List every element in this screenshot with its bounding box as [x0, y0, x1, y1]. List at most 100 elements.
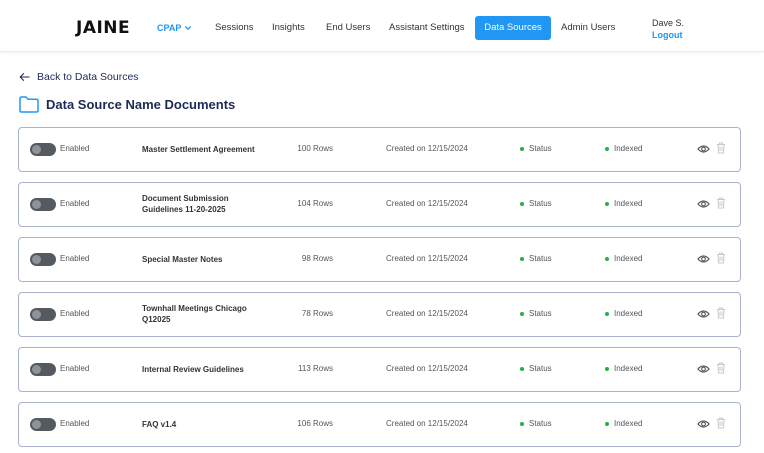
eye-icon[interactable]: [697, 363, 710, 375]
enabled-toggle[interactable]: [30, 363, 56, 376]
status-indicator: Status: [520, 199, 552, 208]
indexed-indicator: Indexed: [605, 309, 642, 318]
indexed-indicator: Indexed: [605, 199, 642, 208]
nav-sessions[interactable]: Sessions: [215, 16, 254, 40]
enabled-toggle[interactable]: [30, 198, 56, 211]
indexed-indicator: Indexed: [605, 419, 642, 428]
toggle-knob: [32, 310, 41, 319]
jaine-logo[interactable]: JAINE: [76, 18, 131, 38]
nav-insights[interactable]: Insights: [272, 16, 305, 40]
status-label: Status: [529, 144, 552, 153]
nav-end-users[interactable]: End Users: [326, 16, 370, 40]
created-date: Created on 12/15/2024: [386, 144, 468, 153]
nav-assistant-settings[interactable]: Assistant Settings: [389, 16, 465, 40]
toggle-knob: [32, 200, 41, 209]
back-link[interactable]: Back to Data Sources: [19, 71, 139, 83]
enabled-toggle[interactable]: [30, 143, 56, 156]
row-count: 100 Rows: [297, 144, 333, 153]
indexed-label: Indexed: [614, 254, 643, 263]
status-dot: [520, 311, 524, 316]
trash-icon[interactable]: [716, 362, 726, 374]
eye-icon[interactable]: [697, 198, 710, 210]
row-count: 113 Rows: [298, 364, 333, 373]
indexed-indicator: Indexed: [605, 364, 642, 373]
row-count: 78 Rows: [301, 309, 333, 318]
folder-icon: [19, 96, 39, 113]
eye-icon[interactable]: [697, 418, 710, 430]
document-row: Enabled Document Submission Guidelines 1…: [18, 182, 741, 227]
created-date: Created on 12/15/2024: [386, 254, 468, 263]
indexed-indicator: Indexed: [605, 144, 642, 153]
document-row: Enabled Internal Review Guidelines 113 R…: [18, 347, 741, 392]
created-date: Created on 12/15/2024: [386, 309, 468, 318]
user-block: Dave S. Logout: [652, 17, 684, 41]
nav-admin-users[interactable]: Admin Users: [561, 16, 615, 40]
indexed-dot: [605, 201, 609, 206]
document-row: Enabled Townhall Meetings Chicago Q12025…: [18, 292, 741, 337]
indexed-label: Indexed: [614, 309, 643, 318]
status-dot: [520, 421, 524, 426]
document-name: FAQ v1.4: [142, 419, 177, 429]
top-header: JAINE CPAP Sessions Insights End Users A…: [0, 0, 764, 52]
status-label: Status: [529, 309, 552, 318]
indexed-dot: [605, 311, 609, 316]
toggle-knob: [32, 420, 41, 429]
document-name: Special Master Notes: [142, 254, 223, 264]
eye-icon[interactable]: [697, 143, 710, 155]
enabled-label: Enabled: [60, 309, 90, 318]
status-indicator: Status: [520, 254, 552, 263]
enabled-label: Enabled: [60, 144, 90, 153]
indexed-label: Indexed: [614, 364, 643, 373]
trash-icon[interactable]: [716, 307, 726, 319]
logout-link[interactable]: Logout: [652, 29, 684, 41]
indexed-label: Indexed: [614, 144, 643, 153]
document-name: Townhall Meetings Chicago Q12025: [142, 304, 247, 324]
program-label: CPAP: [157, 23, 182, 33]
indexed-dot: [605, 421, 609, 426]
enabled-label: Enabled: [60, 199, 90, 208]
status-label: Status: [529, 254, 552, 263]
user-name: Dave S.: [652, 18, 685, 28]
status-indicator: Status: [520, 419, 552, 428]
enabled-toggle[interactable]: [30, 308, 56, 321]
enabled-label: Enabled: [60, 364, 90, 373]
status-dot: [520, 201, 524, 206]
eye-icon[interactable]: [697, 253, 710, 265]
trash-icon[interactable]: [716, 252, 726, 264]
toggle-knob: [32, 255, 41, 264]
back-link-label: Back to Data Sources: [37, 71, 139, 83]
status-dot: [520, 366, 524, 371]
enabled-label: Enabled: [60, 254, 90, 263]
enabled-label: Enabled: [60, 419, 90, 428]
document-name: Document Submission Guidelines 11-20-202…: [142, 194, 229, 214]
document-row: Enabled Special Master Notes 98 Rows Cre…: [18, 237, 741, 282]
created-date: Created on 12/15/2024: [386, 199, 468, 208]
indexed-dot: [605, 366, 609, 371]
program-dropdown[interactable]: CPAP: [157, 16, 192, 40]
row-count: 98 Rows: [301, 254, 333, 263]
document-row: Enabled FAQ v1.4 106 Rows Created on 12/…: [18, 402, 741, 447]
page-heading: Data Source Name Documents: [19, 96, 235, 113]
indexed-indicator: Indexed: [605, 254, 642, 263]
indexed-dot: [605, 146, 609, 151]
trash-icon[interactable]: [716, 142, 726, 154]
trash-icon[interactable]: [716, 197, 726, 209]
toggle-knob: [32, 145, 41, 154]
arrow-left-icon: [19, 73, 30, 81]
nav-data-sources[interactable]: Data Sources: [475, 16, 551, 40]
page-title: Data Source Name Documents: [46, 97, 236, 112]
indexed-label: Indexed: [614, 419, 643, 428]
status-indicator: Status: [520, 144, 552, 153]
document-name: Internal Review Guidelines: [142, 364, 244, 374]
document-name: Master Settlement Agreement: [142, 144, 255, 154]
status-indicator: Status: [520, 364, 552, 373]
status-label: Status: [529, 364, 552, 373]
trash-icon[interactable]: [716, 417, 726, 429]
enabled-toggle[interactable]: [30, 418, 56, 431]
enabled-toggle[interactable]: [30, 253, 56, 266]
logo-text: JAINE: [76, 18, 131, 38]
row-count: 104 Rows: [297, 199, 333, 208]
status-indicator: Status: [520, 309, 552, 318]
eye-icon[interactable]: [697, 308, 710, 320]
created-date: Created on 12/15/2024: [386, 419, 468, 428]
